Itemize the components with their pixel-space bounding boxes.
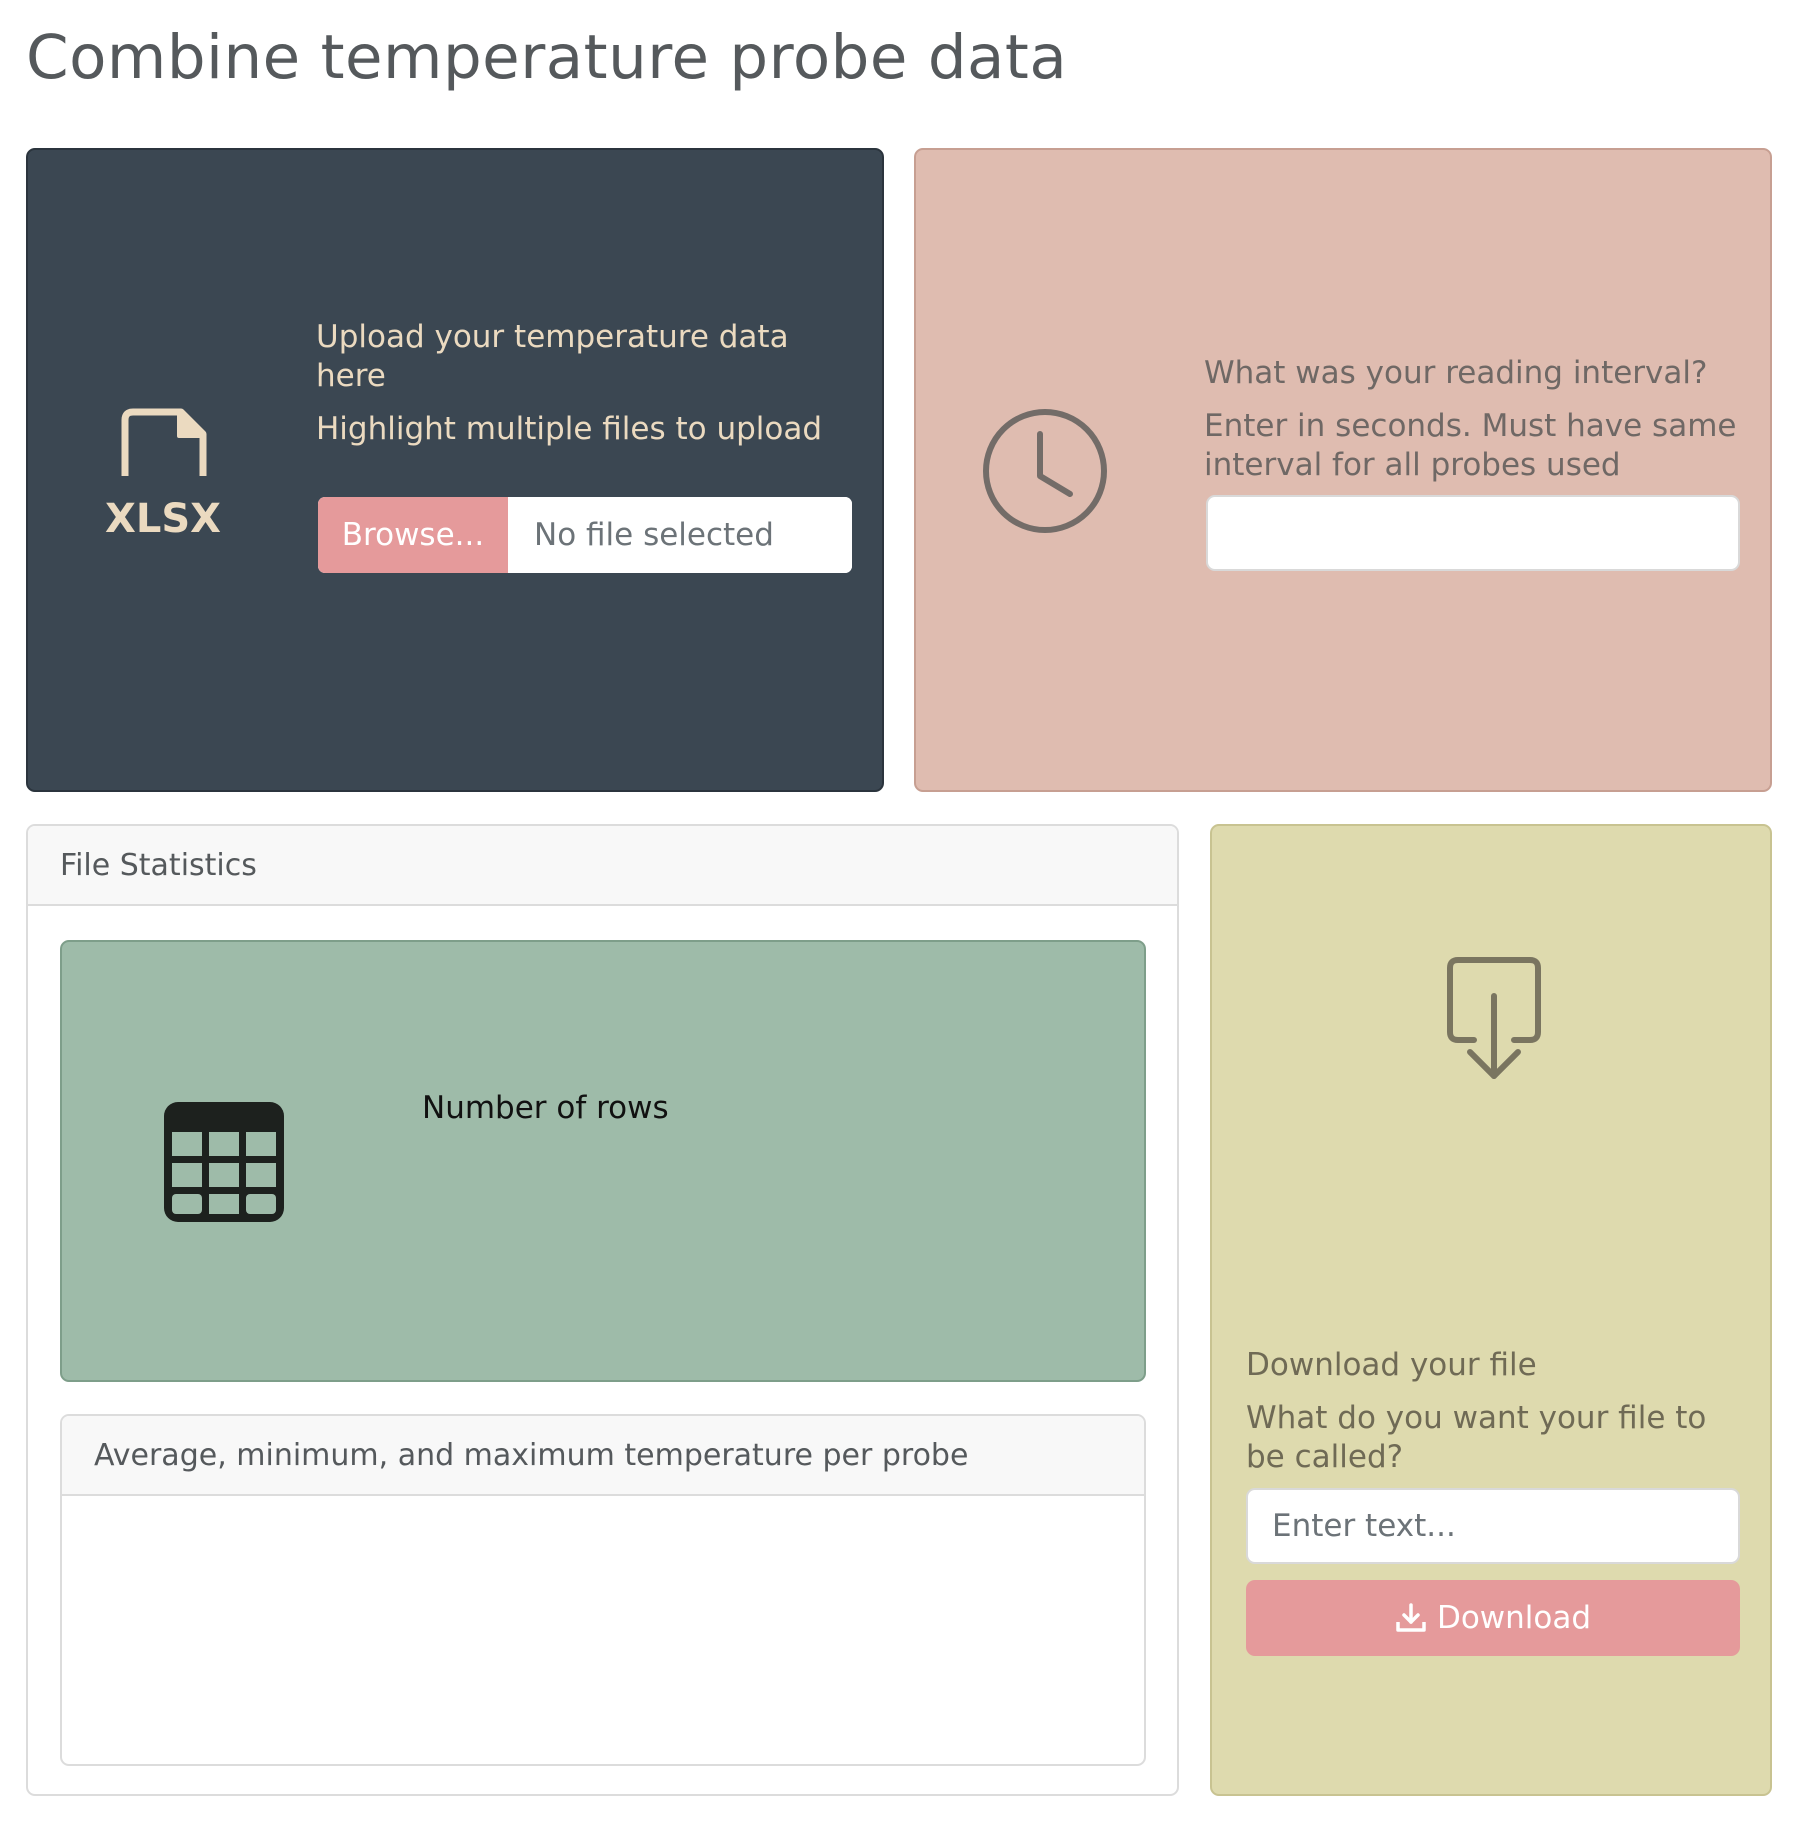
filename-input[interactable] [1246, 1488, 1740, 1564]
download-instructions: Download your file What do you want your… [1246, 1346, 1746, 1491]
upload-panel: XLSX Upload your temperature data here H… [26, 148, 884, 792]
xlsx-file-icon: XLSX [105, 408, 221, 542]
download-arrow-icon [1396, 1603, 1426, 1632]
number-of-rows-label: Number of rows [422, 1090, 669, 1126]
interval-instructions: What was your reading interval? Enter in… [1204, 354, 1764, 499]
download-icon [1447, 957, 1541, 1079]
clock-icon [983, 409, 1107, 533]
download-subheading: What do you want your file to be called? [1246, 1400, 1707, 1475]
interval-input[interactable] [1206, 495, 1740, 571]
table-icon [164, 1102, 284, 1222]
file-status-field[interactable]: No file selected [508, 497, 852, 573]
interval-panel: What was your reading interval? Enter in… [914, 148, 1772, 792]
number-of-rows-box: Number of rows [60, 940, 1146, 1382]
upload-instructions: Upload your temperature data here Highli… [316, 318, 856, 463]
xlsx-icon-label: XLSX [105, 496, 221, 542]
file-statistics-header: File Statistics [28, 826, 1177, 906]
probe-temperature-card: Average, minimum, and maximum temperatur… [60, 1414, 1146, 1766]
download-heading: Download your file [1246, 1347, 1537, 1383]
interval-heading: What was your reading interval? [1204, 355, 1708, 391]
download-button[interactable]: Download [1246, 1580, 1740, 1656]
browse-button[interactable]: Browse... [318, 497, 508, 573]
download-panel: Download your file What do you want your… [1210, 824, 1772, 1796]
download-button-label: Download [1436, 1600, 1592, 1636]
interval-subheading: Enter in seconds. Must have same interva… [1204, 408, 1737, 483]
upload-subheading: Highlight multiple files to upload [316, 411, 823, 447]
upload-heading: Upload your temperature data here [316, 319, 789, 394]
page-title: Combine temperature probe data [26, 22, 1068, 93]
probe-temperature-header: Average, minimum, and maximum temperatur… [62, 1416, 1144, 1496]
file-upload-input[interactable]: Browse... No file selected [318, 497, 852, 573]
file-statistics-card: File Statistics Number of rows Average, … [26, 824, 1179, 1796]
